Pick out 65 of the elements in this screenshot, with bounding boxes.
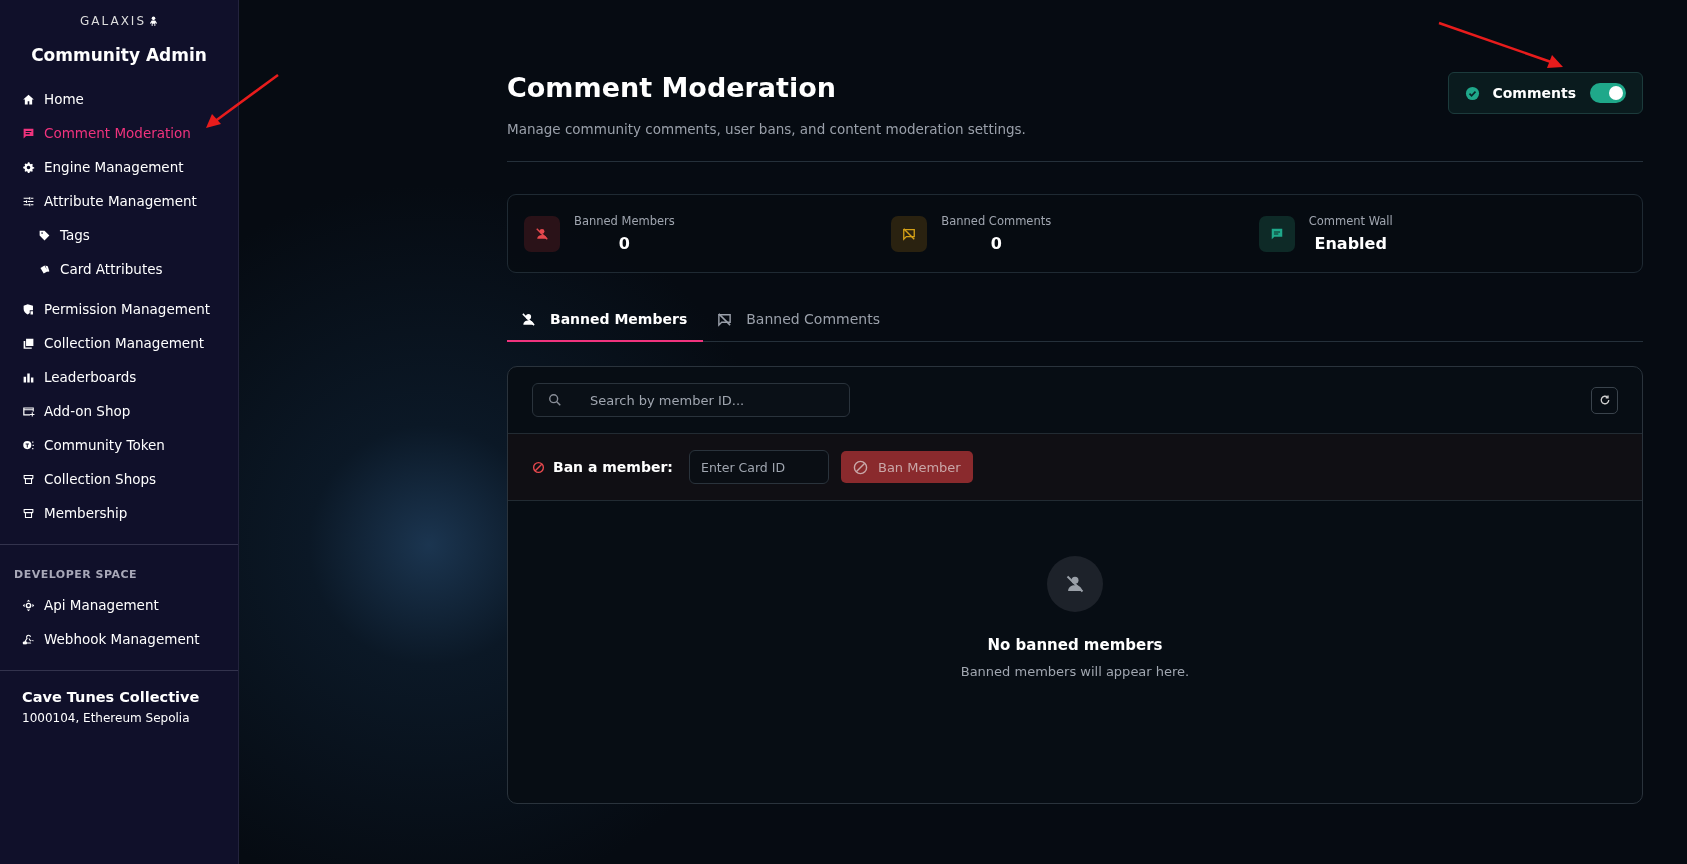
sidebar-title: Community Admin	[30, 45, 208, 65]
nav-subitem[interactable]: Card Attributes	[0, 252, 238, 286]
shield-icon	[22, 302, 35, 316]
refresh-icon	[1598, 394, 1611, 406]
section-heading: DEVELOPER SPACE	[13, 567, 139, 581]
community-name: Cave Tunes Collective	[22, 689, 201, 705]
galaxis-logo: GALAXIS	[79, 14, 147, 28]
comment-off-icon	[717, 311, 733, 327]
nav-item[interactable]: Collection Shops	[0, 462, 238, 496]
settings-icon	[22, 160, 35, 174]
bar-chart-icon	[22, 370, 35, 384]
nav-item[interactable]: Engine Management	[0, 150, 238, 184]
sliders-icon	[22, 194, 35, 208]
stack-icon	[22, 336, 35, 350]
cards-icon	[38, 262, 51, 276]
stat-value: 0	[618, 234, 630, 253]
nav-item[interactable]: Add-on Shop	[0, 394, 238, 428]
stat-label: Banned Members	[574, 214, 675, 228]
tab[interactable]: Banned Comments	[703, 299, 896, 342]
stat-value: Enabled	[1314, 234, 1387, 253]
nav-item[interactable]: Community Token	[0, 428, 238, 462]
card-plus-icon	[22, 404, 35, 418]
search-icon	[548, 393, 562, 407]
page-subtitle: Manage community comments, user bans, and content moderation settings.	[507, 121, 1026, 137]
store-icon	[22, 506, 35, 520]
user-off-icon	[1047, 556, 1103, 612]
move-icon	[22, 598, 35, 612]
nav-item[interactable]: Home	[0, 82, 238, 116]
nav-item[interactable]: Comment Moderation	[0, 116, 238, 150]
token-icon	[22, 438, 35, 452]
stat-value: 0	[990, 234, 1002, 253]
search-field[interactable]: Search by member ID...	[532, 383, 850, 417]
nav-item[interactable]: Webhook Management	[0, 622, 238, 656]
card-id-field[interactable]: Enter Card ID	[689, 450, 829, 484]
home-icon	[22, 92, 35, 106]
nav-item[interactable]: Leaderboards	[0, 360, 238, 394]
comment-icon	[1258, 215, 1295, 252]
nav-item[interactable]: Attribute Management	[0, 184, 238, 218]
nav-item[interactable]: Membership	[0, 496, 238, 530]
check-circle-icon	[1465, 85, 1481, 101]
toggle-switch[interactable]	[1590, 83, 1626, 103]
empty-title: No banned members	[987, 636, 1163, 654]
nav-item[interactable]: Api Management	[0, 588, 238, 622]
stat-label: Banned Comments	[941, 214, 1052, 228]
user-off-icon	[521, 311, 536, 327]
tab[interactable]: Banned Members	[507, 299, 704, 342]
page-title: Comment Moderation	[507, 72, 837, 103]
community-info: 1000104, Ethereum Sepolia	[22, 711, 191, 725]
nav-subitem[interactable]: Tags	[0, 218, 238, 252]
nav-item[interactable]: Collection Management	[0, 326, 238, 360]
tag-icon	[38, 228, 51, 242]
refresh-button[interactable]	[1591, 386, 1618, 414]
user-off-icon	[524, 215, 560, 252]
comment-icon	[22, 126, 35, 140]
ban-icon	[532, 460, 545, 474]
store-icon	[22, 472, 35, 486]
nav-item[interactable]: Permission Management	[0, 292, 238, 326]
empty-text: Banned members will appear here.	[960, 664, 1190, 679]
ban-label: Ban a member:	[553, 459, 673, 475]
ban-icon	[853, 459, 868, 475]
comment-off-icon	[891, 215, 928, 252]
webhook-icon	[22, 632, 35, 646]
toggle-label: Comments	[1492, 85, 1576, 101]
stat-label: Comment Wall	[1308, 214, 1393, 228]
astronaut-icon	[149, 15, 159, 27]
